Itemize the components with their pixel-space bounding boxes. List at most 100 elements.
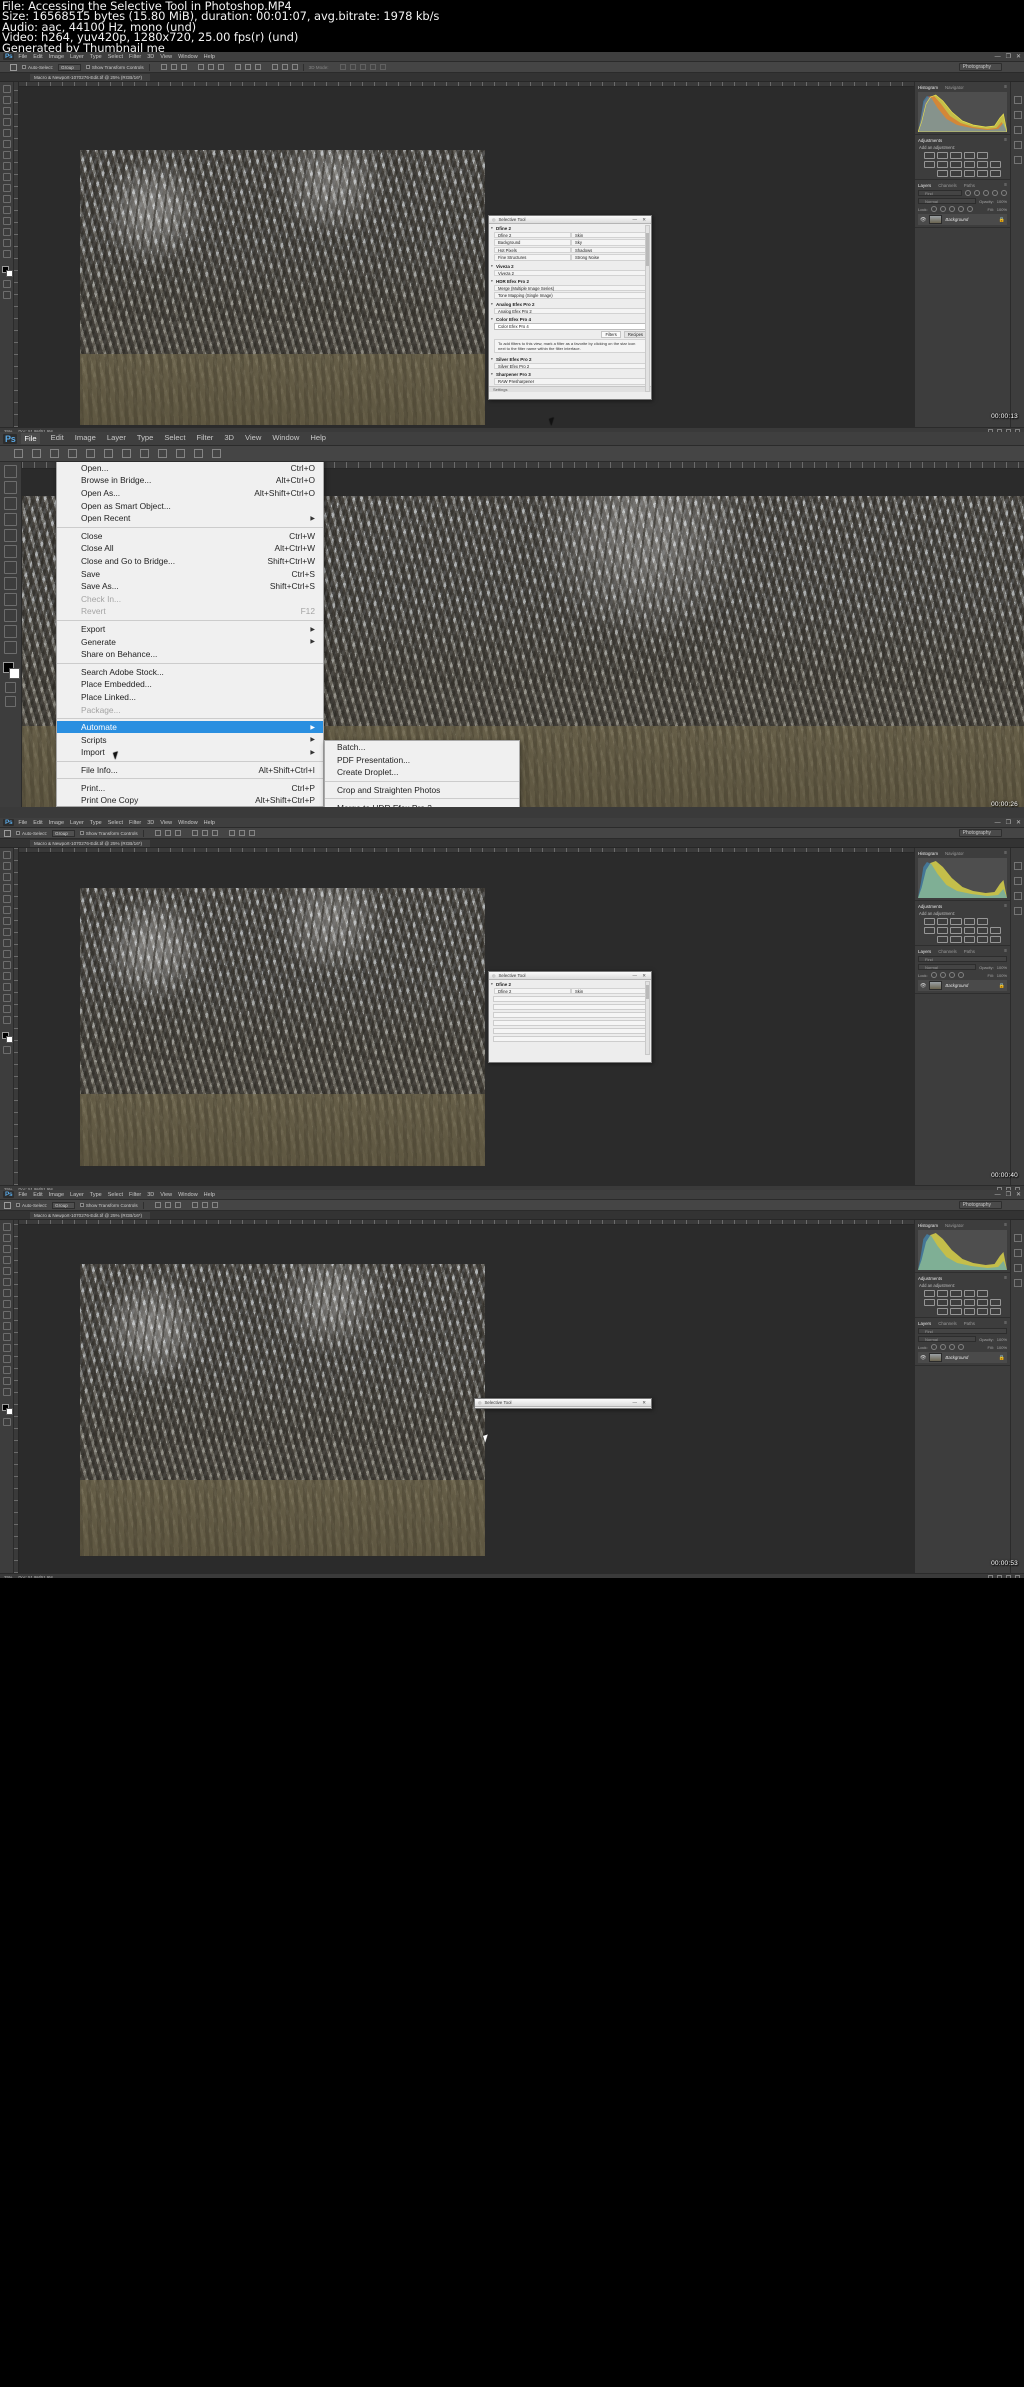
minimize-icon[interactable]: —	[995, 53, 1001, 61]
path-selection-tool-icon[interactable]	[2, 239, 11, 247]
layer-filter-icons[interactable]	[965, 190, 1007, 196]
cell-fine-structures[interactable]: Fine Structures	[494, 254, 571, 261]
path-selection-tool-icon[interactable]	[2, 1377, 11, 1385]
eyedropper-tool-icon[interactable]	[2, 895, 11, 903]
fill-value[interactable]: 100%	[997, 1345, 1007, 1350]
section-silver-efex-header[interactable]: Silver Efex Pro 2	[489, 355, 651, 363]
menu-select[interactable]: Select	[108, 54, 123, 60]
crop-tool-icon[interactable]	[4, 513, 17, 526]
lock-fill-row[interactable]: Lock: Fill: 100%	[918, 972, 1007, 978]
lock-fill-row[interactable]: Lock: Fill: 100%	[918, 206, 1007, 212]
type-tool-icon[interactable]	[2, 1366, 11, 1374]
menu-file[interactable]: File	[18, 54, 27, 60]
layers-search-input[interactable]: Find	[918, 1328, 1007, 1334]
align-icons-group[interactable]	[160, 64, 187, 70]
menu-item-generate[interactable]: Generate ▶	[57, 635, 323, 648]
cell-dfine2[interactable]: Dfine 2	[494, 232, 571, 239]
right-dock-4[interactable]: Histogram Navigator ≡ Adjustments ≡ Add …	[914, 1220, 1010, 1573]
histogram-panel-menu-icon[interactable]: ≡	[1004, 850, 1007, 856]
menu-layer[interactable]: Layer	[107, 433, 126, 444]
menu-edit[interactable]: Edit	[33, 820, 42, 826]
menubar-2[interactable]: File Edit Image Layer Type Select Filter…	[21, 433, 326, 444]
row-raw-presharpener[interactable]: RAW Presharpener	[494, 378, 648, 385]
menu-item-scripts[interactable]: Scripts ▶	[57, 733, 323, 746]
blend-opacity-row[interactable]: Normal Opacity: 100%	[918, 1336, 1007, 1342]
maximize-icon[interactable]: ❐	[1006, 819, 1011, 827]
blend-mode-dropdown[interactable]: Normal	[918, 964, 977, 970]
canvas-area-4[interactable]: ◎ Selective Tool — ✕	[14, 1220, 914, 1573]
menu-item-place-embedded[interactable]: Place Embedded...	[57, 678, 323, 691]
document-tab[interactable]: Macro & Newport-1070276-Edit.tif @ 25% (…	[30, 1211, 151, 1219]
section-analog-efex-header[interactable]: Analog Efex Pro 2	[489, 300, 651, 308]
menu-view[interactable]: View	[160, 820, 172, 826]
adjustment-icons-row-1[interactable]	[918, 152, 1007, 159]
document-image-tree[interactable]	[80, 150, 485, 425]
menu-view[interactable]: View	[160, 54, 172, 60]
properties-panel-icon[interactable]	[1013, 1279, 1022, 1287]
lasso-tool-icon[interactable]	[2, 873, 11, 881]
lock-position-icon[interactable]	[948, 206, 955, 212]
blend-opacity-row[interactable]: Normal Opacity: 100%	[918, 198, 1007, 204]
curves-icon[interactable]	[950, 1290, 962, 1297]
document-tab[interactable]: Macro & Newport-1070276-Edit.tif @ 25% (…	[30, 73, 151, 81]
actions-panel-icon[interactable]	[1013, 1249, 1022, 1257]
menu-type[interactable]: Type	[90, 1192, 102, 1198]
adjustment-icons-row-2[interactable]	[918, 161, 1007, 168]
eraser-tool-icon[interactable]	[2, 1311, 11, 1319]
brush-tool-icon[interactable]	[2, 151, 11, 159]
menu-image[interactable]: Image	[49, 54, 64, 60]
lock-transparent-icon[interactable]	[930, 206, 937, 212]
move-tool-icon[interactable]	[2, 85, 11, 93]
collapsed-panel-rail-3[interactable]	[1010, 848, 1024, 1185]
cell-dfine2[interactable]: Dfine 2	[494, 988, 571, 995]
menu-item-automate[interactable]: Automate ▶	[57, 720, 323, 734]
color-swatches[interactable]	[1, 266, 13, 277]
fill-value[interactable]: 100%	[997, 973, 1007, 978]
selective-tool-scrollbar[interactable]	[645, 225, 650, 392]
layers-panel[interactable]: Layers Channels Paths ≡ Find Normal Opac…	[915, 1318, 1010, 1366]
cell-color-efex-pro-4[interactable]: Color Efex Pro 4	[494, 323, 648, 330]
lock-icons[interactable]	[930, 1344, 964, 1350]
tab-navigator[interactable]: Navigator	[945, 1223, 964, 1228]
path-selection-tool-icon[interactable]	[2, 1005, 11, 1013]
lock-transparent-icon[interactable]	[930, 1344, 937, 1350]
threshold-icon[interactable]	[963, 936, 975, 943]
invert-icon[interactable]	[937, 936, 949, 943]
clone-stamp-tool-icon[interactable]	[2, 928, 11, 936]
color-swatches[interactable]	[2, 662, 20, 679]
black-white-icon[interactable]	[950, 161, 962, 168]
channel-mixer-icon[interactable]	[976, 161, 988, 168]
clone-stamp-tool-icon[interactable]	[4, 577, 17, 590]
brush-tool-icon[interactable]	[2, 1289, 11, 1297]
info-panel-icon[interactable]	[1013, 892, 1022, 900]
menu-item-close-all[interactable]: Close All Alt+Ctrl+W	[57, 542, 323, 555]
filter-adjustment-icon[interactable]	[974, 190, 980, 196]
layers-panel-menu-icon[interactable]: ≡	[1004, 1320, 1007, 1326]
tab-histogram[interactable]: Histogram	[918, 851, 938, 856]
curves-icon[interactable]	[950, 152, 962, 159]
info-panel-icon[interactable]	[1013, 1264, 1022, 1272]
tab-layers[interactable]: Layers	[918, 183, 931, 188]
menu-file[interactable]: File	[18, 820, 27, 826]
menu-help[interactable]: Help	[204, 1192, 215, 1198]
lock-image-icon[interactable]	[939, 1344, 946, 1350]
cell-silver-efex[interactable]: Silver Efex Pro 2	[494, 362, 648, 370]
dodge-tool-icon[interactable]	[2, 206, 11, 214]
blur-tool-icon[interactable]	[2, 1333, 11, 1341]
lock-icons[interactable]	[930, 972, 964, 978]
tab-recipes[interactable]: Recipes	[623, 330, 647, 338]
lasso-tool-icon[interactable]	[2, 107, 11, 115]
section-dfine2-header[interactable]: Dfine 2	[489, 980, 651, 988]
menu-filter[interactable]: Filter	[129, 54, 141, 60]
close-icon[interactable]: ✕	[1016, 1191, 1021, 1199]
color-balance-icon[interactable]	[937, 927, 949, 934]
color-balance-icon[interactable]	[937, 1299, 949, 1306]
menu-filter[interactable]: Filter	[129, 820, 141, 826]
window-controls-4[interactable]: — ❐ ✕	[995, 1191, 1021, 1199]
histogram-panel-menu-icon[interactable]: ≡	[1004, 1222, 1007, 1228]
show-transform-controls-checkbox[interactable]: Show Transform Controls	[85, 65, 144, 70]
menu-layer[interactable]: Layer	[70, 820, 84, 826]
menu-window[interactable]: Window	[178, 54, 198, 60]
lasso-tool-icon[interactable]	[2, 1245, 11, 1253]
eyedropper-tool-icon[interactable]	[4, 529, 17, 542]
